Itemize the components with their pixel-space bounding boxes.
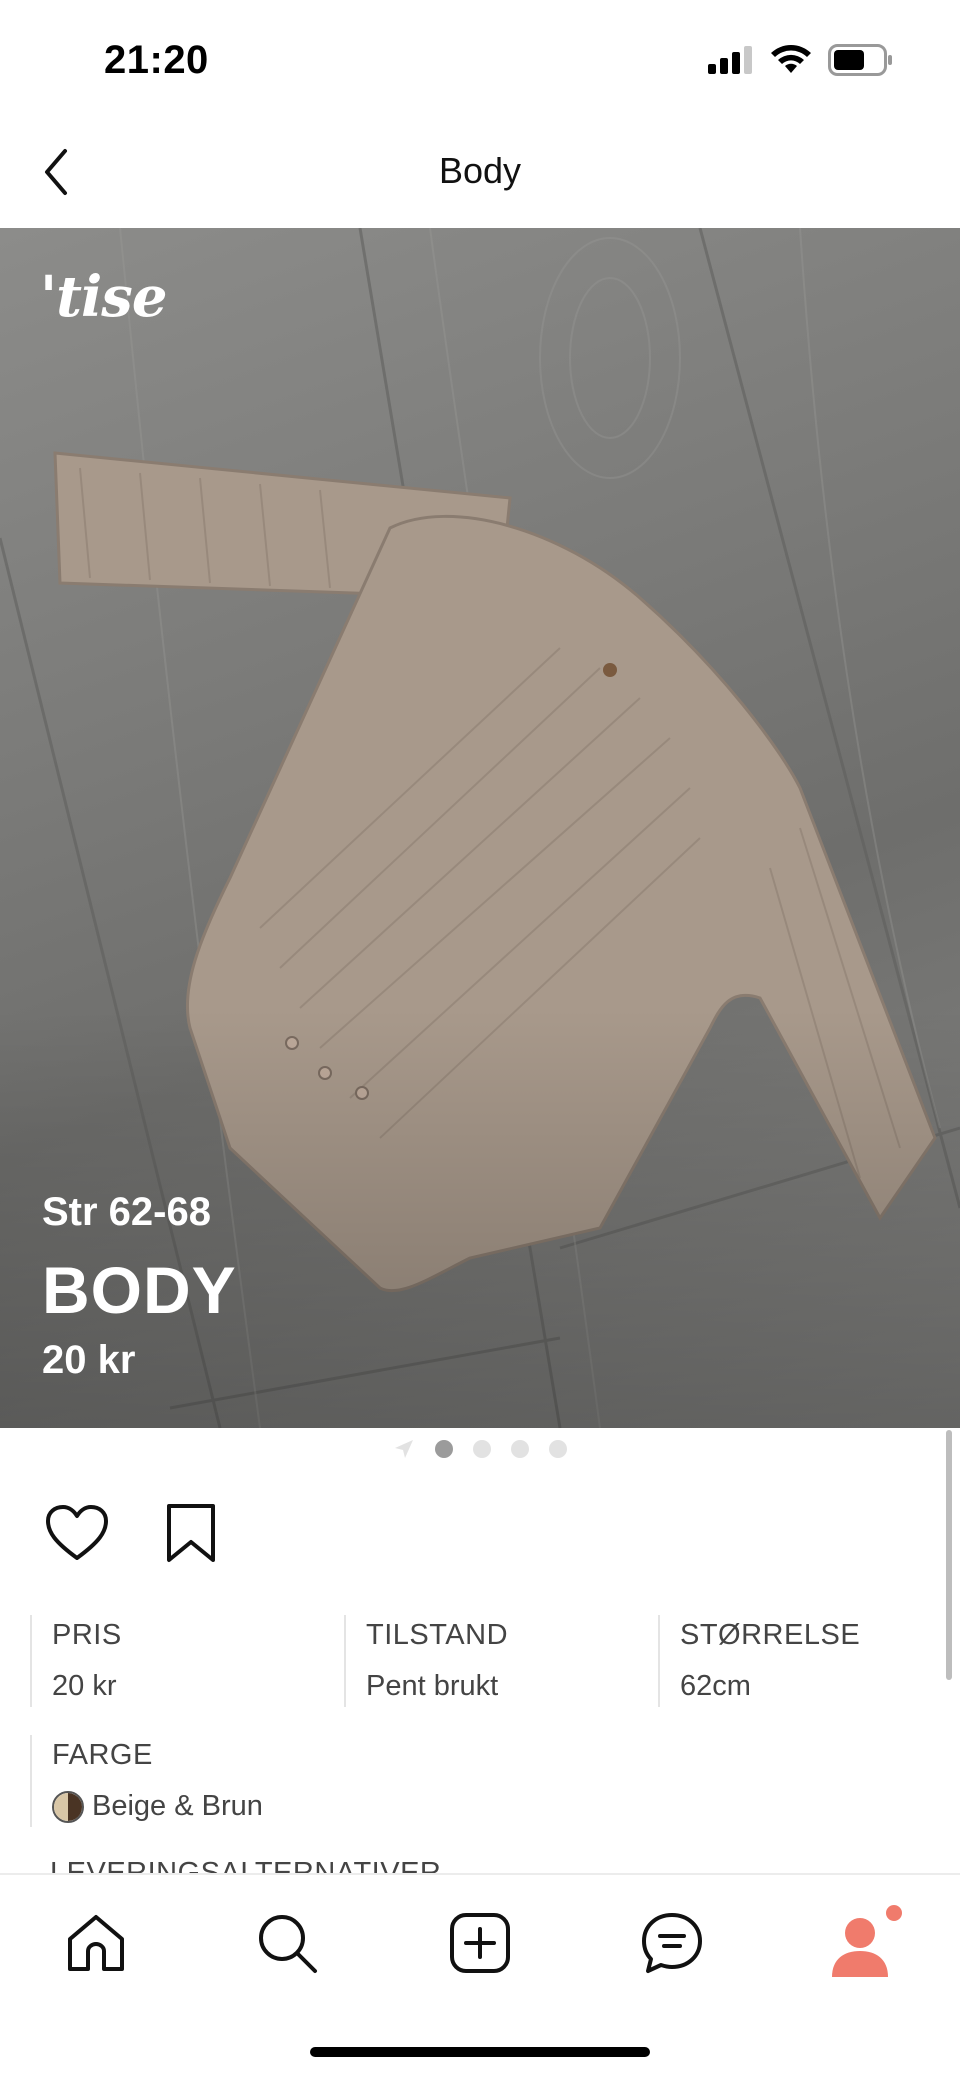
detail-color: FARGE Beige & Brun (30, 1735, 344, 1827)
heart-icon (46, 1505, 108, 1560)
pagination-dot[interactable] (511, 1440, 529, 1458)
add-icon (450, 1913, 510, 1973)
tab-add-listing[interactable] (440, 1903, 520, 1983)
product-color-row: FARGE Beige & Brun (30, 1735, 930, 1827)
pagination-dot[interactable] (473, 1440, 491, 1458)
battery-icon (828, 44, 892, 76)
profile-icon (832, 1905, 902, 1977)
tab-home[interactable] (56, 1903, 136, 1983)
tab-messages[interactable] (632, 1903, 712, 1983)
status-bar: 21:20 (0, 0, 960, 120)
detail-price: PRIS 20 kr (30, 1615, 344, 1707)
bookmark-icon (167, 1504, 215, 1562)
page-title: Body (438, 150, 522, 191)
tab-profile[interactable] (824, 1903, 904, 1983)
home-icon (68, 1915, 124, 1971)
delivery-options-label: LEVERINGSALTERNATIVER (50, 1860, 441, 1874)
product-actions (44, 1500, 224, 1566)
color-swatch-icon (52, 1790, 84, 1823)
pagination-dot[interactable] (549, 1440, 567, 1458)
product-name-overlay: BODY (42, 1253, 237, 1327)
detail-size: STØRRELSE 62cm (658, 1615, 960, 1707)
status-icons (708, 44, 894, 76)
messages-icon (642, 1913, 702, 1973)
like-button[interactable] (44, 1500, 110, 1566)
status-time: 21:20 (104, 38, 209, 82)
home-indicator (310, 2047, 650, 2057)
nav-bar: Body (0, 120, 960, 228)
detail-condition: TILSTAND Pent brukt (344, 1615, 658, 1707)
scrollbar[interactable] (946, 1430, 952, 1680)
detail-label: TILSTAND (366, 1619, 509, 1651)
color-swatch-light (54, 1792, 68, 1821)
location-arrow-icon (395, 1440, 413, 1458)
product-details: PRIS 20 kr TILSTAND Pent brukt STØRRELSE… (30, 1615, 930, 1707)
search-icon (259, 1915, 317, 1973)
product-size-overlay: Str 62-68 (42, 1190, 211, 1234)
pagination-dot[interactable] (435, 1440, 453, 1458)
save-button[interactable] (158, 1500, 224, 1566)
detail-value: Beige & Brun (52, 1790, 344, 1823)
detail-value: 20 kr (52, 1670, 117, 1702)
cellular-signal-icon (708, 46, 752, 74)
detail-value: 62cm (680, 1670, 751, 1702)
image-pagination (0, 1434, 960, 1464)
detail-label: STØRRELSE (680, 1619, 861, 1651)
detail-value: Pent brukt (366, 1670, 499, 1702)
product-photo (0, 228, 960, 1428)
tab-search[interactable] (247, 1903, 327, 1983)
color-value: Beige & Brun (92, 1790, 263, 1822)
tab-bar (0, 1873, 960, 2078)
color-swatch-dark (68, 1792, 82, 1821)
wifi-icon (771, 45, 811, 73)
tise-watermark: 'tise (40, 264, 167, 330)
product-price-overlay: 20 kr (42, 1338, 136, 1382)
detail-label: PRIS (52, 1619, 122, 1651)
detail-label: FARGE (52, 1739, 153, 1771)
product-image-carousel[interactable]: 'tise Str 62-68 BODY 20 kr (0, 228, 960, 1428)
